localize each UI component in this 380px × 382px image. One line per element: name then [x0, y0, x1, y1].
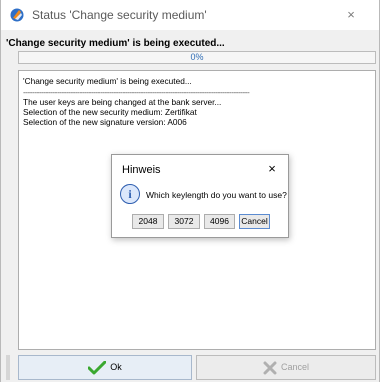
progress-bar: 0%: [18, 51, 376, 64]
keylength-4096-button[interactable]: 4096: [204, 214, 235, 229]
window-edge: [6, 355, 10, 380]
keylength-3072-button[interactable]: 3072: [168, 214, 200, 229]
log-line: Selection of the new signature version: …: [23, 117, 187, 127]
log-line: 'Change security medium' is being execut…: [23, 76, 192, 86]
keylength-2048-button[interactable]: 2048: [132, 214, 164, 229]
ok-button-label: Ok: [110, 362, 122, 372]
progress-percent: 0%: [190, 52, 204, 62]
info-icon: i: [120, 184, 140, 204]
dialog-cancel-button[interactable]: Cancel: [239, 214, 270, 229]
window-close-button[interactable]: ×: [339, 5, 363, 25]
dialog-message: Which keylength do you want to use?: [146, 190, 287, 200]
checkmark-icon: [88, 360, 107, 375]
dialog-title: Hinweis: [122, 164, 161, 176]
title-bar: Status 'Change security medium' ×: [1, 0, 379, 30]
status-window: Status 'Change security medium' × 'Chang…: [0, 0, 380, 382]
dialog-close-button[interactable]: ×: [262, 159, 282, 179]
cancel-button[interactable]: Cancel: [196, 355, 376, 380]
log-line: The user keys are being changed at the b…: [23, 97, 222, 107]
app-logo-icon: [10, 8, 24, 22]
ok-button[interactable]: Ok: [18, 355, 192, 380]
cancel-button-label: Cancel: [280, 362, 309, 372]
status-text: 'Change security medium' is being execut…: [6, 38, 225, 49]
x-icon: [263, 361, 277, 375]
log-separator: ----------------------------------------…: [23, 87, 250, 97]
keylength-dialog: Hinweis × i Which keylength do you want …: [111, 154, 289, 238]
window-title: Status 'Change security medium': [32, 8, 207, 22]
log-line: Selection of the new security medium: Ze…: [23, 107, 197, 117]
